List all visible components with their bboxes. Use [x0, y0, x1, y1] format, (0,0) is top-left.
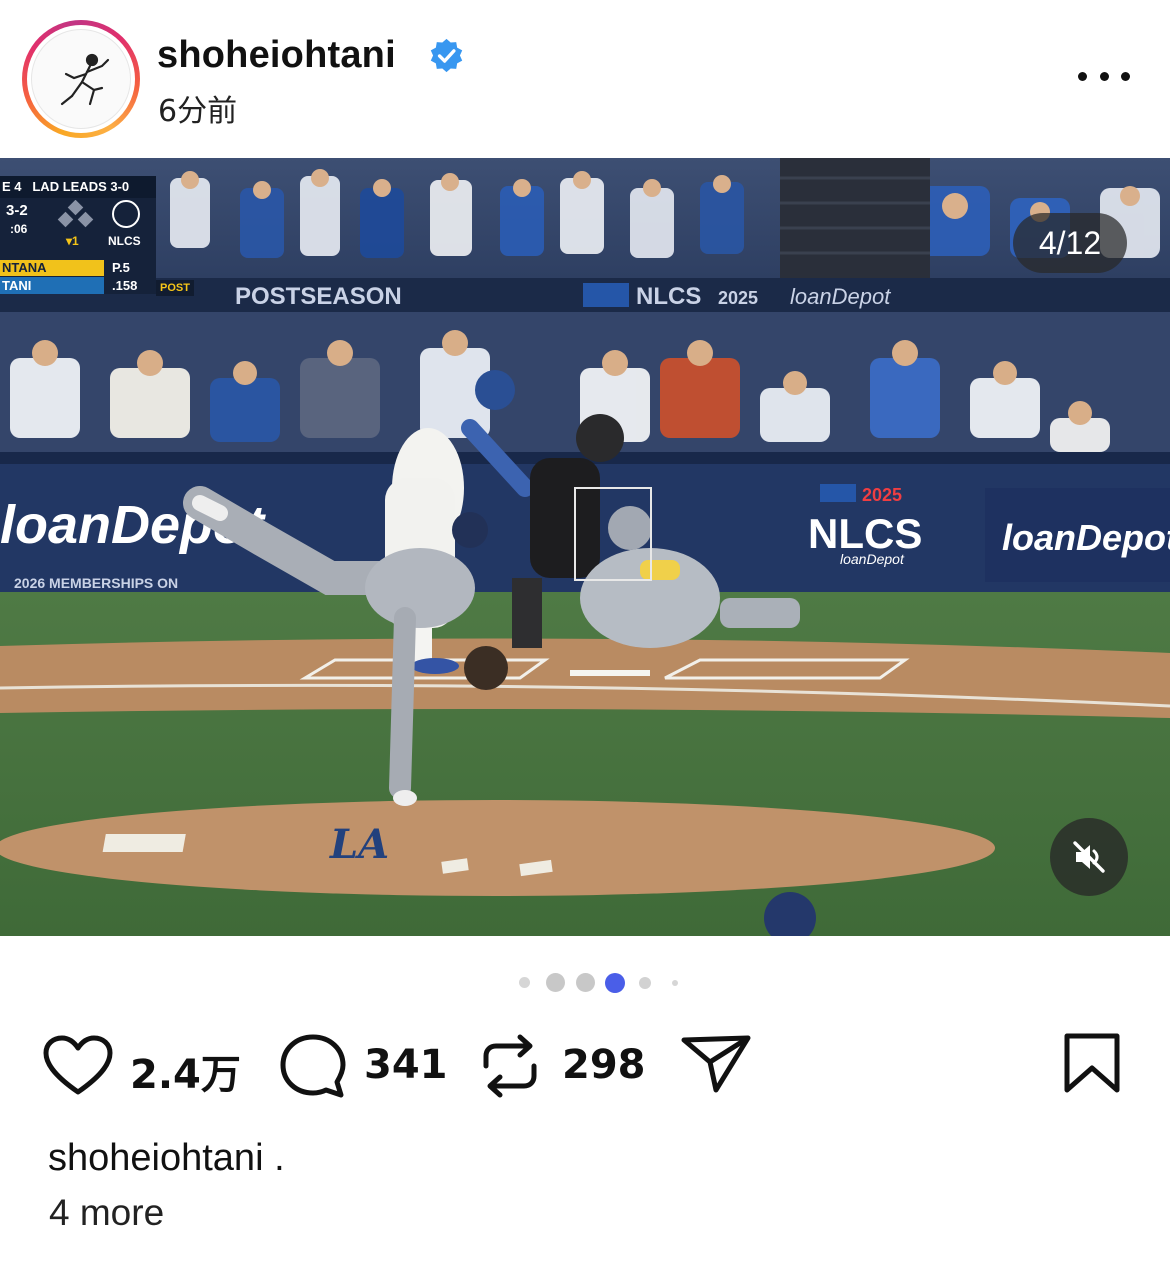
pitcher-sketch-icon: [60, 53, 110, 106]
scorebug-count: 3-2: [6, 202, 28, 219]
scorebug-outs: ▾1: [66, 234, 79, 248]
post-media[interactable]: POSTSEASON NLCS 2025 loanDepot loanDepot…: [0, 158, 1170, 936]
like-count[interactable]: 2.4万: [130, 1042, 241, 1100]
tv-scorebug: E 4 LAD LEADS 3-0 3-2 :06 ▾1 NLCS NTANA …: [0, 176, 156, 294]
post-author-username[interactable]: shoheiohtani: [157, 34, 396, 77]
carousel-dot: [519, 977, 530, 988]
svg-text:NLCS: NLCS: [808, 510, 922, 557]
comment-icon[interactable]: [278, 1032, 348, 1102]
muted-speaker-icon[interactable]: [1050, 818, 1128, 896]
carousel-dot: [639, 977, 651, 989]
postseason-banner-text: POSTSEASON: [235, 283, 402, 310]
svg-text:loanDepot: loanDepot: [840, 551, 905, 567]
caption-username[interactable]: shoheiohtani .: [48, 1137, 285, 1180]
mound-logo: LA: [329, 821, 389, 868]
repost-icon[interactable]: [478, 1032, 542, 1100]
comment-count[interactable]: 341: [364, 1042, 448, 1088]
bookmark-icon[interactable]: [1063, 1032, 1121, 1094]
share-icon[interactable]: [680, 1032, 752, 1096]
scorebug-pitcher: NTANA: [0, 260, 104, 276]
carousel-dot: [546, 973, 565, 992]
avatar-story-ring[interactable]: [22, 20, 140, 138]
wall-sponsor-right: loanDepot: [1002, 517, 1170, 558]
post-actions: 2.4万 341 298: [0, 1020, 1170, 1110]
post-time: 6分前: [158, 94, 238, 129]
baseball-broadcast-image: POSTSEASON NLCS 2025 loanDepot loanDepot…: [0, 158, 1170, 936]
more-options-icon[interactable]: [1078, 58, 1130, 94]
carousel-dot: [672, 980, 678, 986]
carousel-dot-active: [605, 973, 625, 993]
scorebug-post-tag: POST: [156, 280, 194, 296]
svg-text:2025: 2025: [862, 485, 902, 505]
caption-more-link[interactable]: 4 more: [49, 1192, 164, 1234]
bases-diamond-icon: [57, 200, 94, 228]
svg-text:loanDepot: loanDepot: [790, 284, 891, 309]
avatar[interactable]: [31, 29, 131, 129]
scorebug-network: NLCS: [108, 234, 141, 248]
carousel-counter: 4/12: [1013, 213, 1127, 273]
svg-text:NLCS: NLCS: [636, 283, 701, 310]
repost-count[interactable]: 298: [562, 1042, 646, 1088]
carousel-pagination: [0, 972, 1170, 993]
scorebug-clock: :06: [10, 222, 28, 236]
svg-text:2026 MEMBERSHIPS ON: 2026 MEMBERSHIPS ON: [14, 575, 178, 591]
carousel-dot: [576, 973, 595, 992]
network-logo-icon: [112, 200, 140, 228]
scorebug-series: E 4 LAD LEADS 3-0: [0, 176, 156, 198]
heart-icon[interactable]: [42, 1034, 114, 1098]
verified-badge-icon: [430, 38, 463, 73]
post-header: shoheiohtani 6分前: [0, 0, 1170, 158]
svg-text:2025: 2025: [718, 288, 758, 308]
scorebug-batter: TANI: [0, 277, 104, 294]
